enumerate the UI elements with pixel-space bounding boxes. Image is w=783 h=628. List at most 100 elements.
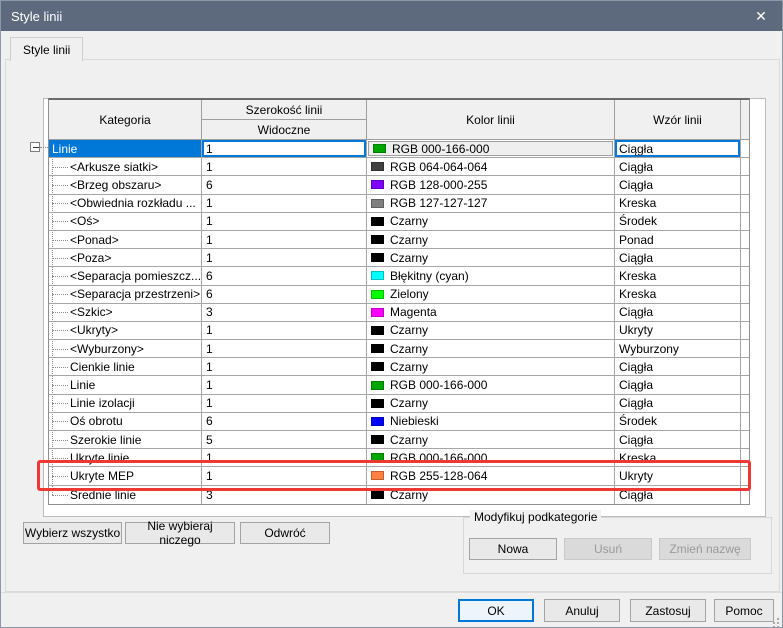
color-cell[interactable]: RGB 127-127-127 bbox=[367, 195, 615, 212]
table-row[interactable]: Srednie linie 3 Czarny Ciągła bbox=[49, 486, 749, 504]
color-cell[interactable]: RGB 000-166-000 bbox=[367, 376, 615, 393]
select-none-button[interactable]: Nie wybieraj niczego bbox=[125, 522, 235, 544]
width-cell[interactable]: 3 bbox=[202, 304, 367, 321]
color-cell[interactable]: Błękitny (cyan) bbox=[367, 267, 615, 284]
category-cell[interactable]: <Separacja przestrzeni> bbox=[49, 286, 202, 303]
width-cell[interactable]: 1 bbox=[202, 213, 367, 230]
col-header-kolor[interactable]: Kolor linii bbox=[367, 100, 615, 139]
pattern-cell[interactable]: Ponad bbox=[615, 231, 741, 248]
table-row[interactable]: Oś obrotu 6 Niebieski Środek bbox=[49, 413, 749, 431]
table-row[interactable]: Ukryte linie 1 RGB 000-166-000 Kreska bbox=[49, 449, 749, 467]
color-cell[interactable]: Czarny bbox=[367, 231, 615, 248]
width-cell[interactable]: 6 bbox=[202, 176, 367, 193]
color-cell[interactable]: Czarny bbox=[367, 395, 615, 412]
pattern-cell[interactable]: Ciągła bbox=[615, 176, 741, 193]
category-cell[interactable]: Szerokie linie bbox=[49, 431, 202, 448]
select-all-button[interactable]: Wybierz wszystko bbox=[23, 522, 122, 544]
width-cell[interactable]: 1 bbox=[202, 158, 367, 175]
pattern-cell[interactable]: Ciągła bbox=[615, 395, 741, 412]
color-cell[interactable]: Zielony bbox=[367, 286, 615, 303]
help-button[interactable]: Pomoc bbox=[714, 599, 774, 622]
category-cell[interactable]: <Brzeg obszaru> bbox=[49, 176, 202, 193]
invert-selection-button[interactable]: Odwróć bbox=[240, 522, 330, 544]
color-cell[interactable]: RGB 128-000-255 bbox=[367, 176, 615, 193]
pattern-cell[interactable]: Ukryty bbox=[615, 322, 741, 339]
pattern-cell[interactable]: Ciągła bbox=[615, 140, 741, 157]
delete-subcategory-button[interactable]: Usuń bbox=[564, 538, 652, 560]
width-cell[interactable]: 1 bbox=[202, 231, 367, 248]
category-cell[interactable]: Linie izolacji bbox=[49, 395, 202, 412]
category-cell[interactable]: <Szkic> bbox=[49, 304, 202, 321]
table-row[interactable]: <Poza> 1 Czarny Ciągła bbox=[49, 249, 749, 267]
pattern-cell[interactable]: Ciągła bbox=[615, 431, 741, 448]
category-cell[interactable]: Ukryte linie bbox=[49, 449, 202, 466]
table-row[interactable]: <Separacja pomieszcz... 6 Błękitny (cyan… bbox=[49, 267, 749, 285]
category-cell[interactable]: <Obwiednia rozkładu ... bbox=[49, 195, 202, 212]
pattern-cell[interactable]: Kreska bbox=[615, 286, 741, 303]
rename-subcategory-button[interactable]: Zmień nazwę bbox=[659, 538, 751, 560]
category-cell[interactable]: Linie bbox=[49, 140, 202, 157]
width-cell[interactable]: 1 bbox=[202, 195, 367, 212]
pattern-cell[interactable]: Środek bbox=[615, 413, 741, 430]
table-row[interactable]: <Wyburzony> 1 Czarny Wyburzony bbox=[49, 340, 749, 358]
color-cell[interactable]: Niebieski bbox=[367, 413, 615, 430]
color-cell[interactable]: Czarny bbox=[367, 431, 615, 448]
table-row[interactable]: Ukryte MEP 1 RGB 255-128-064 Ukryty bbox=[49, 467, 749, 485]
color-cell[interactable]: Czarny bbox=[367, 213, 615, 230]
width-cell[interactable]: 1 bbox=[202, 340, 367, 357]
width-cell[interactable]: 1 bbox=[202, 140, 367, 157]
table-row[interactable]: Linie izolacji 1 Czarny Ciągła bbox=[49, 395, 749, 413]
color-cell[interactable]: Czarny bbox=[367, 486, 615, 504]
table-row[interactable]: <Oś> 1 Czarny Środek bbox=[49, 213, 749, 231]
col-header-wzor[interactable]: Wzór linii bbox=[615, 100, 741, 139]
width-cell[interactable]: 1 bbox=[202, 249, 367, 266]
new-subcategory-button[interactable]: Nowa bbox=[469, 538, 557, 560]
pattern-cell[interactable]: Ciągła bbox=[615, 304, 741, 321]
category-cell[interactable]: Cienkie linie bbox=[49, 358, 202, 375]
apply-button[interactable]: Zastosuj bbox=[630, 599, 706, 622]
table-row[interactable]: <Obwiednia rozkładu ... 1 RGB 127-127-12… bbox=[49, 195, 749, 213]
category-cell[interactable]: <Arkusze siatki> bbox=[49, 158, 202, 175]
width-cell[interactable]: 6 bbox=[202, 413, 367, 430]
color-cell[interactable]: Czarny bbox=[367, 340, 615, 357]
cancel-button[interactable]: Anuluj bbox=[544, 599, 620, 622]
pattern-cell[interactable]: Ciągła bbox=[615, 358, 741, 375]
category-cell[interactable]: <Ponad> bbox=[49, 231, 202, 248]
table-row[interactable]: <Separacja przestrzeni> 6 Zielony Kreska bbox=[49, 286, 749, 304]
pattern-cell[interactable]: Ukryty bbox=[615, 467, 741, 484]
table-row[interactable]: <Arkusze siatki> 1 RGB 064-064-064 Ciągł… bbox=[49, 158, 749, 176]
pattern-cell[interactable]: Ciągła bbox=[615, 376, 741, 393]
color-cell[interactable]: RGB 000-166-000 bbox=[367, 449, 615, 466]
col-header-szerokosc[interactable]: Szerokość linii Widoczne bbox=[202, 100, 367, 139]
width-cell[interactable]: 1 bbox=[202, 395, 367, 412]
tree-collapse-icon[interactable] bbox=[30, 142, 40, 152]
width-cell[interactable]: 5 bbox=[202, 431, 367, 448]
table-row[interactable]: Cienkie linie 1 Czarny Ciągła bbox=[49, 358, 749, 376]
width-cell[interactable]: 1 bbox=[202, 449, 367, 466]
width-cell[interactable]: 1 bbox=[202, 358, 367, 375]
pattern-cell[interactable]: Kreska bbox=[615, 449, 741, 466]
width-cell[interactable]: 1 bbox=[202, 376, 367, 393]
table-row[interactable]: <Brzeg obszaru> 6 RGB 128-000-255 Ciągła bbox=[49, 176, 749, 194]
category-cell[interactable]: Srednie linie bbox=[49, 486, 202, 504]
pattern-cell[interactable]: Ciągła bbox=[615, 249, 741, 266]
color-cell[interactable]: Czarny bbox=[367, 249, 615, 266]
category-cell[interactable]: Oś obrotu bbox=[49, 413, 202, 430]
width-cell[interactable]: 6 bbox=[202, 286, 367, 303]
ok-button[interactable]: OK bbox=[458, 599, 534, 622]
category-cell[interactable]: Linie bbox=[49, 376, 202, 393]
resize-grip[interactable] bbox=[777, 622, 779, 624]
tab-style-linii[interactable]: Style linii bbox=[10, 37, 83, 61]
col-header-kategoria[interactable]: Kategoria bbox=[49, 100, 202, 139]
color-cell[interactable]: RGB 064-064-064 bbox=[367, 158, 615, 175]
pattern-cell[interactable]: Środek bbox=[615, 213, 741, 230]
color-cell[interactable]: Czarny bbox=[367, 358, 615, 375]
close-button[interactable]: ✕ bbox=[740, 1, 782, 31]
color-cell[interactable]: RGB 000-166-000 bbox=[367, 140, 615, 157]
category-cell[interactable]: <Separacja pomieszcz... bbox=[49, 267, 202, 284]
table-row[interactable]: Linie 1 RGB 000-166-000 Ciągła bbox=[49, 376, 749, 394]
table-row[interactable]: <Szkic> 3 Magenta Ciągła bbox=[49, 304, 749, 322]
pattern-cell[interactable]: Ciągła bbox=[615, 158, 741, 175]
pattern-cell[interactable]: Wyburzony bbox=[615, 340, 741, 357]
pattern-cell[interactable]: Kreska bbox=[615, 267, 741, 284]
